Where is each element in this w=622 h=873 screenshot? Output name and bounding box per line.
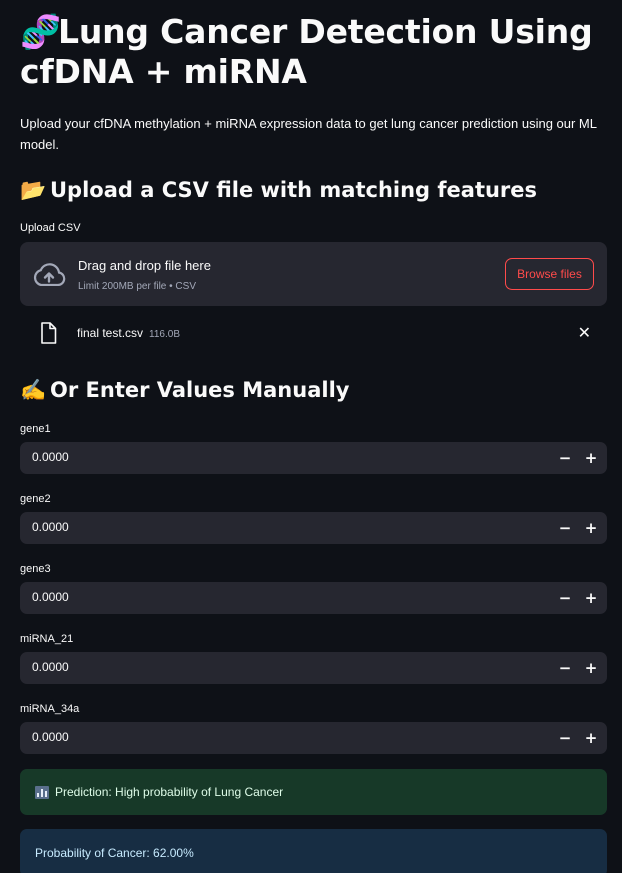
folder-icon: 📂 <box>20 178 47 202</box>
file-dropzone[interactable]: Drag and drop file here Limit 200MB per … <box>20 242 607 306</box>
increment-button[interactable]: + <box>581 588 601 608</box>
manual-heading-text: Or Enter Values Manually <box>50 378 350 402</box>
mirna34a-value[interactable]: 0.0000 <box>32 730 69 744</box>
file-name-text: final test.csv <box>77 326 144 340</box>
increment-button[interactable]: + <box>581 658 601 678</box>
mirna21-value[interactable]: 0.0000 <box>32 660 69 674</box>
manual-heading: ✍️ Or Enter Values Manually <box>20 376 607 404</box>
gene1-number-input[interactable]: 0.0000 − + <box>20 442 607 474</box>
decrement-button[interactable]: − <box>555 588 575 608</box>
file-icon <box>41 322 57 344</box>
probability-alert: Probability of Cancer: 62.00% <box>20 829 607 873</box>
intro-text: Upload your cfDNA methylation + miRNA ex… <box>20 116 597 152</box>
upload-heading-text: Upload a CSV file with matching features <box>50 178 538 202</box>
writing-hand-icon: ✍️ <box>20 378 47 402</box>
increment-button[interactable]: + <box>581 448 601 468</box>
mirna21-label: miRNA_21 <box>20 633 74 645</box>
uploaded-file-name: final test.csv 116.0B <box>77 326 180 340</box>
increment-button[interactable]: + <box>581 518 601 538</box>
mirna34a-label: miRNA_34a <box>20 703 80 715</box>
gene2-number-input[interactable]: 0.0000 − + <box>20 512 607 544</box>
bar-chart-icon <box>35 785 49 799</box>
gene3-number-input[interactable]: 0.0000 − + <box>20 582 607 614</box>
prediction-alert: Prediction: High probability of Lung Can… <box>20 769 607 815</box>
dna-icon: 🧬 <box>20 12 61 51</box>
browse-files-button[interactable]: Browse files <box>505 258 594 290</box>
file-size: 116.0B <box>149 329 180 340</box>
dropzone-limit: Limit 200MB per file • CSV <box>78 281 196 292</box>
decrement-button[interactable]: − <box>555 518 575 538</box>
decrement-button[interactable]: − <box>555 448 575 468</box>
gene1-value[interactable]: 0.0000 <box>32 450 69 464</box>
decrement-button[interactable]: − <box>555 658 575 678</box>
upload-heading: 📂 Upload a CSV file with matching feature… <box>20 176 607 204</box>
gene1-label: gene1 <box>20 423 51 435</box>
prediction-text: Prediction: High probability of Lung Can… <box>55 785 284 799</box>
uploaded-file-item: final test.csv 116.0B ✕ <box>20 318 607 348</box>
gene2-label: gene2 <box>20 493 51 505</box>
probability-text: Probability of Cancer: 62.00% <box>35 846 194 860</box>
cloud-upload-icon <box>33 263 66 286</box>
mirna21-number-input[interactable]: 0.0000 − + <box>20 652 607 684</box>
decrement-button[interactable]: − <box>555 728 575 748</box>
page-title-text: Lung Cancer Detection Using cfDNA + miRN… <box>20 12 593 91</box>
gene3-value[interactable]: 0.0000 <box>32 590 69 604</box>
close-icon[interactable]: ✕ <box>578 326 591 342</box>
gene3-label: gene3 <box>20 563 51 575</box>
page-title: 🧬Lung Cancer Detection Using cfDNA + miR… <box>20 12 607 92</box>
mirna34a-number-input[interactable]: 0.0000 − + <box>20 722 607 754</box>
uploader-label: Upload CSV <box>20 222 81 234</box>
dropzone-instruction: Drag and drop file here <box>78 258 211 273</box>
increment-button[interactable]: + <box>581 728 601 748</box>
gene2-value[interactable]: 0.0000 <box>32 520 69 534</box>
